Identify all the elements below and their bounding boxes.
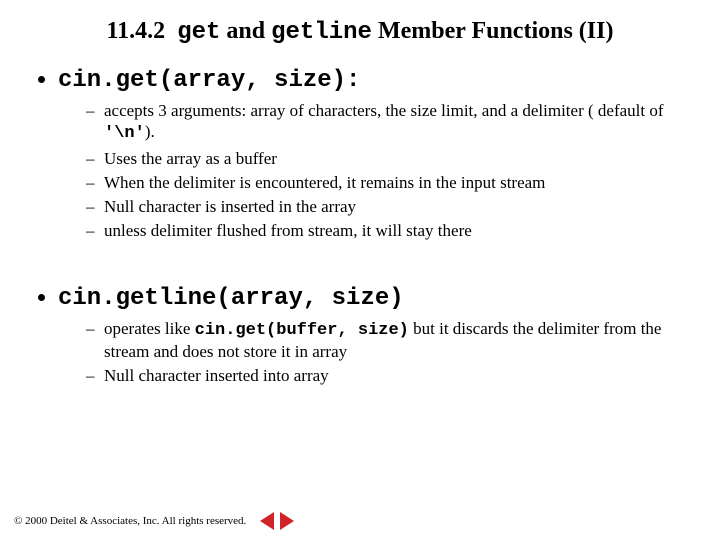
sub-text: Uses the array as a buffer (104, 149, 277, 168)
sub-text: operates like (104, 319, 195, 338)
sub-text: Null character inserted into array (104, 366, 329, 385)
prev-slide-icon[interactable] (260, 512, 274, 530)
list-item: Null character is inserted in the array (86, 196, 694, 217)
bullet-1-code: cin.get(array, size): (58, 67, 360, 94)
bullet-2-code: cin.getline(array, size) (58, 285, 404, 312)
sub-text: Null character is inserted in the array (104, 197, 356, 216)
list-item: Null character inserted into array (86, 365, 694, 386)
list-item: unless delimiter flushed from stream, it… (86, 220, 694, 241)
bullet-1: cin.get(array, size): accepts 3 argument… (58, 66, 694, 242)
next-slide-icon[interactable] (280, 512, 294, 530)
spacer (26, 248, 694, 274)
bullet-list-2: cin.getline(array, size) operates like c… (36, 284, 694, 387)
copyright-text: © 2000 Deitel & Associates, Inc. All rig… (14, 515, 246, 527)
sub-text: unless delimiter flushed from stream, it… (104, 221, 472, 240)
nav-buttons (260, 512, 294, 530)
sub-text: When the delimiter is encountered, it re… (104, 173, 545, 192)
bullet-2: cin.getline(array, size) operates like c… (58, 284, 694, 387)
title-section: 11.4.2 (107, 18, 166, 44)
title-code-getline: getline (271, 19, 372, 46)
list-item: accepts 3 arguments: array of characters… (86, 100, 694, 145)
list-item: operates like cin.get(buffer, size) but … (86, 318, 694, 363)
title-code-get: get (177, 19, 220, 46)
slide: 11.4.2 get and getline Member Functions … (0, 0, 720, 540)
list-item: Uses the array as a buffer (86, 148, 694, 169)
list-item: When the delimiter is encountered, it re… (86, 172, 694, 193)
title-mid: and (220, 18, 271, 44)
sub-code: '\n' (104, 124, 145, 143)
bullet-2-subs: operates like cin.get(buffer, size) but … (86, 318, 694, 387)
bullet-list: cin.get(array, size): accepts 3 argument… (36, 66, 694, 242)
footer: © 2000 Deitel & Associates, Inc. All rig… (14, 512, 294, 530)
sub-code: cin.get(buffer, size) (195, 321, 409, 340)
title-rest: Member Functions (II) (372, 18, 614, 44)
slide-title: 11.4.2 get and getline Member Functions … (26, 16, 694, 48)
sub-text: ). (145, 122, 155, 141)
bullet-1-subs: accepts 3 arguments: array of characters… (86, 100, 694, 242)
sub-text: accepts 3 arguments: array of characters… (104, 101, 664, 120)
